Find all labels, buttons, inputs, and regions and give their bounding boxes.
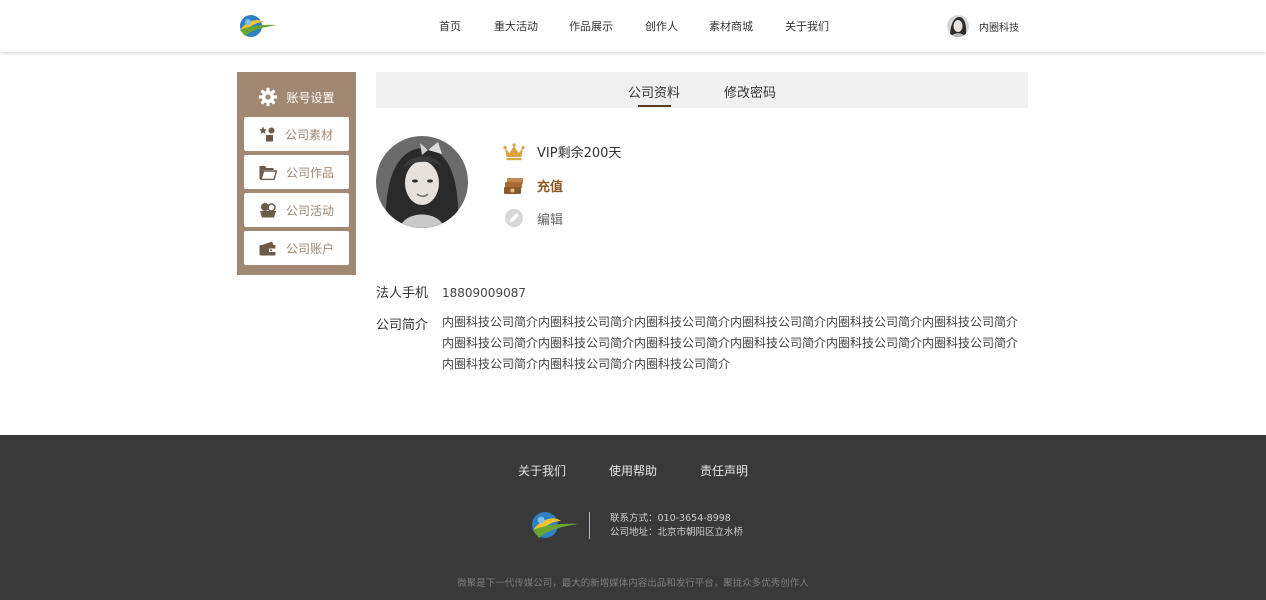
phone-label: 法人手机: [376, 286, 429, 301]
footer-slogan: 微聚是下一代传媒公司，最大的新增媒体内容出品和发行平台，聚拢众多优秀创作人: [457, 578, 809, 589]
footer-link-help[interactable]: 使用帮助: [609, 462, 657, 479]
edit-pencil-icon: [505, 209, 523, 227]
sidebar-item-company-works[interactable]: 公司作品: [244, 155, 349, 189]
recharge-button[interactable]: 充值: [503, 176, 563, 195]
wallet-icon: [259, 241, 277, 255]
footer-phone: 联系方式：010-3654-8998: [610, 513, 731, 524]
sidebar-title: 账号设置: [237, 86, 356, 108]
active-tab-indicator: [638, 105, 671, 107]
sidebar-item-label: 公司素材: [285, 127, 334, 142]
sidebar-title-label: 账号设置: [286, 90, 335, 105]
gear-icon: [259, 87, 278, 107]
main-nav: 首页 重大活动 作品展示 创作人 素材商城 关于我们: [0, 0, 1266, 52]
account-settings-sidebar: 账号设置 公司素材 公司作品 公司活动 公司账户: [237, 72, 356, 275]
nav-works[interactable]: 作品展示: [569, 18, 613, 34]
user-menu[interactable]: 内圈科技: [947, 15, 1019, 37]
user-avatar[interactable]: [947, 15, 969, 37]
nav-home[interactable]: 首页: [439, 18, 461, 34]
tab-change-password[interactable]: 修改密码: [724, 82, 776, 101]
vip-status: VIP剩余200天: [503, 142, 621, 161]
nav-major-events[interactable]: 重大活动: [494, 18, 538, 34]
nav-creators[interactable]: 创作人: [645, 18, 678, 34]
sidebar-item-label: 公司活动: [286, 203, 335, 218]
phone-value: 18809009087: [442, 286, 526, 300]
company-avatar[interactable]: [376, 136, 468, 228]
folder-open-icon: [259, 165, 277, 180]
recharge-label[interactable]: 充值: [537, 176, 563, 195]
footer-address: 公司地址：北京市朝阳区立水桥: [610, 527, 744, 538]
top-navbar: 首页 重大活动 作品展示 创作人 素材商城 关于我们 内圈科技: [0, 0, 1266, 52]
nav-material-store[interactable]: 素材商城: [709, 18, 753, 34]
cash-stack-icon: [504, 177, 523, 194]
footer: 关于我们 使用帮助 责任声明 联系方式：010-3654-8998 公司地址：北…: [0, 435, 1266, 600]
intro-value: 内圈科技公司简介内圈科技公司简介内圈科技公司简介内圈科技公司简介内圈科技公司简介…: [442, 315, 1019, 371]
sidebar-item-company-activities[interactable]: 公司活动: [244, 193, 349, 227]
globe-logo-icon: [532, 512, 579, 538]
sidebar-item-label: 公司账户: [286, 241, 335, 256]
activity-icon: [260, 203, 276, 218]
footer-link-about-us[interactable]: 关于我们: [518, 462, 566, 479]
edit-button[interactable]: 编辑: [503, 208, 563, 228]
profile-tabs: 公司资料 修改密码: [376, 72, 1028, 108]
user-name[interactable]: 内圈科技: [979, 19, 1019, 34]
nav-about-us[interactable]: 关于我们: [785, 18, 829, 34]
sidebar-item-company-materials[interactable]: 公司素材: [244, 117, 349, 151]
edit-label[interactable]: 编辑: [537, 209, 563, 228]
footer-contact: 联系方式：010-3654-8998 公司地址：北京市朝阳区立水桥: [610, 512, 743, 540]
footer-link-disclaimer[interactable]: 责任声明: [700, 462, 748, 479]
crown-icon: [503, 142, 525, 160]
footer-divider: [589, 512, 590, 539]
vip-remaining-text: VIP剩余200天: [537, 146, 622, 161]
shapes-icon: [259, 126, 275, 142]
sidebar-item-company-account[interactable]: 公司账户: [244, 231, 349, 265]
tab-company-info[interactable]: 公司资料: [628, 82, 680, 101]
intro-label: 公司简介: [376, 318, 429, 333]
sidebar-item-label: 公司作品: [286, 165, 335, 180]
